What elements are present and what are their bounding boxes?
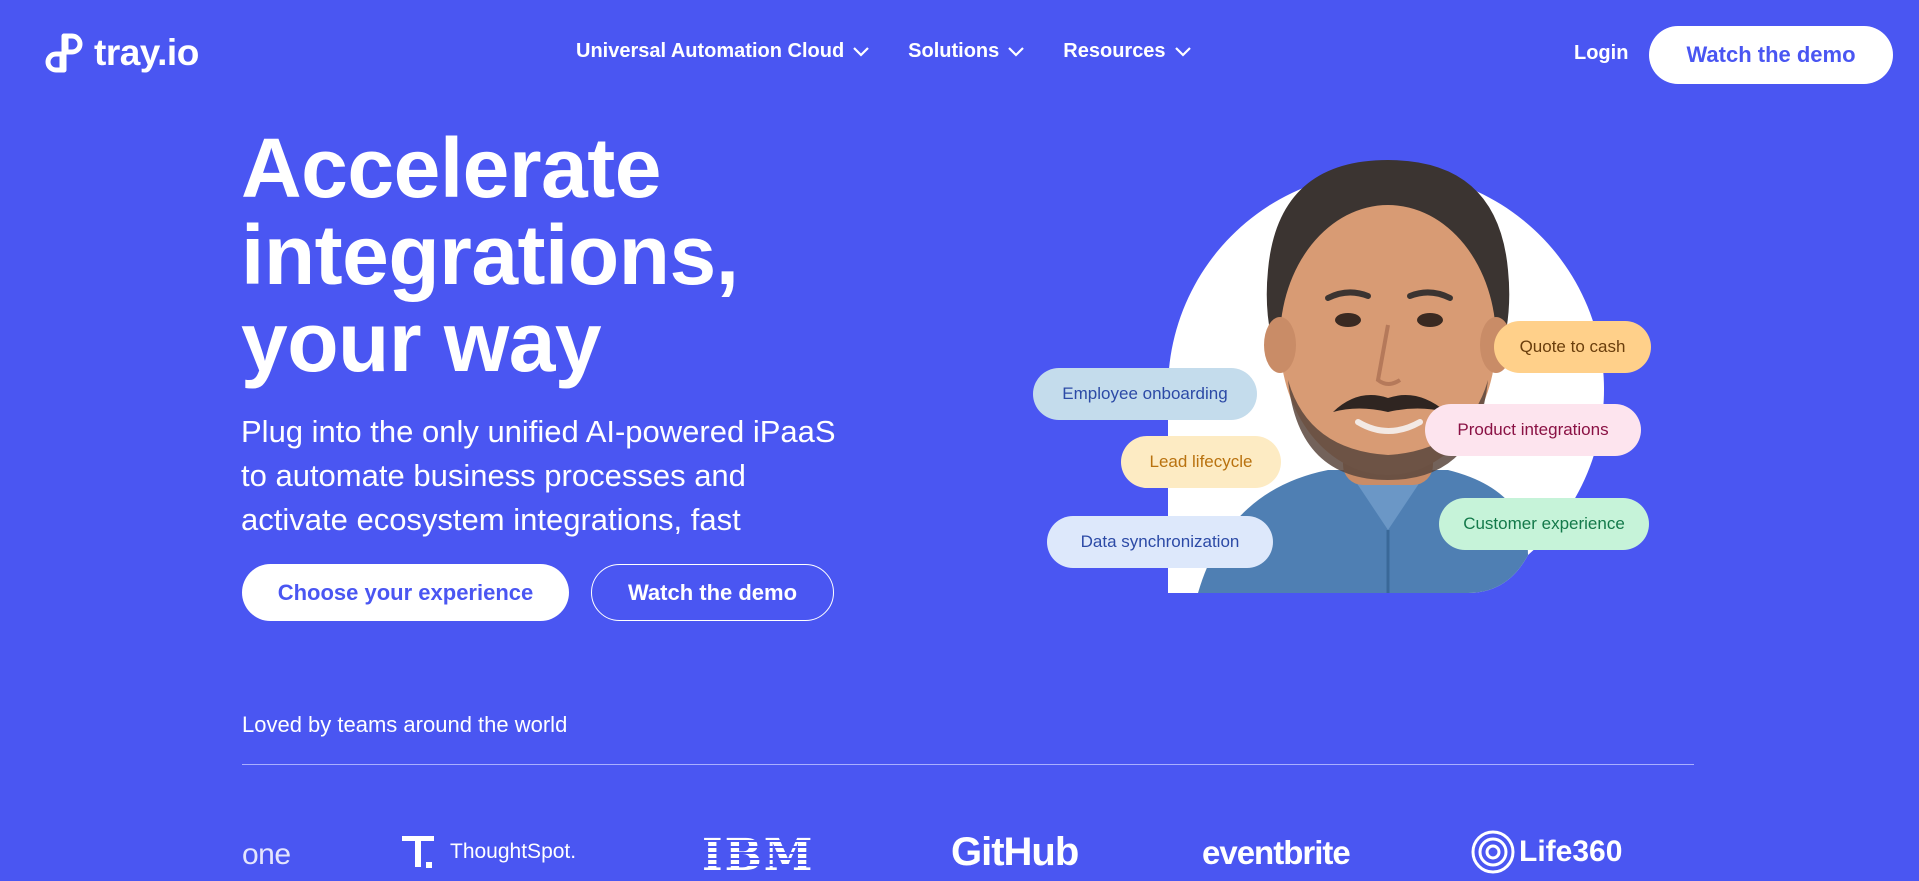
chevron-down-icon: [853, 46, 869, 57]
hero-title-line: Accelerate: [241, 121, 661, 215]
hero-subtitle: Plug into the only unified AI-powered iP…: [241, 410, 941, 542]
brand-logo[interactable]: tray.io: [44, 32, 199, 74]
logo-text: GitHub: [951, 830, 1079, 874]
pill-data-synchronization: Data synchronization: [1047, 516, 1273, 568]
thoughtspot-mark-icon: [402, 836, 434, 868]
pill-label: Customer experience: [1463, 514, 1625, 533]
nav-label: Universal Automation Cloud: [576, 40, 845, 62]
pill-label: Product integrations: [1457, 420, 1609, 439]
hero-title-line: integrations,: [241, 208, 739, 302]
hero-subtitle-line: activate ecosystem integrations, fast: [241, 502, 741, 537]
login-link[interactable]: Login: [1574, 42, 1628, 65]
logo-github: GitHub: [951, 830, 1079, 875]
hero-subtitle-line: to automate business processes and: [241, 458, 746, 493]
main-nav: Universal Automation Cloud Solutions Res…: [576, 40, 1230, 63]
pill-label: Lead lifecycle: [1149, 452, 1253, 471]
chevron-down-icon: [1174, 46, 1191, 57]
pill-customer-experience: Customer experience: [1439, 498, 1649, 550]
pill-lead-lifecycle: Lead lifecycle: [1121, 436, 1281, 488]
nav-label: Resources: [1063, 40, 1166, 62]
nav-solutions[interactable]: Solutions: [908, 40, 1025, 63]
hero-title: Accelerate integrations, your way: [241, 125, 739, 386]
pill-label: Quote to cash: [1519, 337, 1626, 356]
pill-product-integrations: Product integrations: [1425, 404, 1641, 456]
logo-ibm: IBM: [702, 830, 814, 881]
pill-label: Employee onboarding: [1062, 384, 1228, 403]
divider: [242, 764, 1694, 765]
hero-title-line: your way: [241, 295, 602, 389]
pill-quote-to-cash: Quote to cash: [1494, 321, 1651, 373]
nav-resources[interactable]: Resources: [1063, 40, 1191, 63]
nav-universal-automation-cloud[interactable]: Universal Automation Cloud: [576, 40, 870, 63]
logo-text: IBM: [702, 830, 815, 881]
hero-visual: Employee onboarding Lead lifecycle Data …: [1020, 140, 1680, 610]
logo-text: one: [242, 838, 291, 871]
logo-one: one: [242, 838, 291, 872]
logo-eventbrite: eventbrite: [1202, 834, 1351, 872]
life360-mark-icon: [1471, 830, 1515, 874]
watch-demo-header-button[interactable]: Watch the demo: [1649, 26, 1893, 84]
logo-text: eventbrite: [1202, 834, 1351, 871]
tray-logo-icon: [45, 33, 83, 73]
chevron-down-icon: [1008, 46, 1025, 57]
pill-employee-onboarding: Employee onboarding: [1033, 368, 1257, 420]
watch-demo-button[interactable]: Watch the demo: [591, 564, 834, 621]
brand-name: tray.io: [94, 32, 199, 73]
logo-text: ThoughtSpot.: [450, 840, 577, 863]
site-header: tray.io Universal Automation Cloud Solut…: [0, 0, 1919, 110]
logo-life360: Life360: [1471, 830, 1622, 874]
nav-label: Solutions: [908, 40, 1000, 62]
logo-thoughtspot: ThoughtSpot.: [400, 834, 576, 870]
social-proof-heading: Loved by teams around the world: [242, 712, 568, 737]
pill-label: Data synchronization: [1080, 532, 1240, 551]
hero-subtitle-line: Plug into the only unified AI-powered iP…: [241, 414, 836, 449]
choose-experience-button[interactable]: Choose your experience: [242, 564, 569, 621]
customer-logos: one ThoughtSpot. IBM GitHub eventbrite L…: [242, 820, 1694, 881]
logo-text: Life360: [1519, 835, 1623, 868]
